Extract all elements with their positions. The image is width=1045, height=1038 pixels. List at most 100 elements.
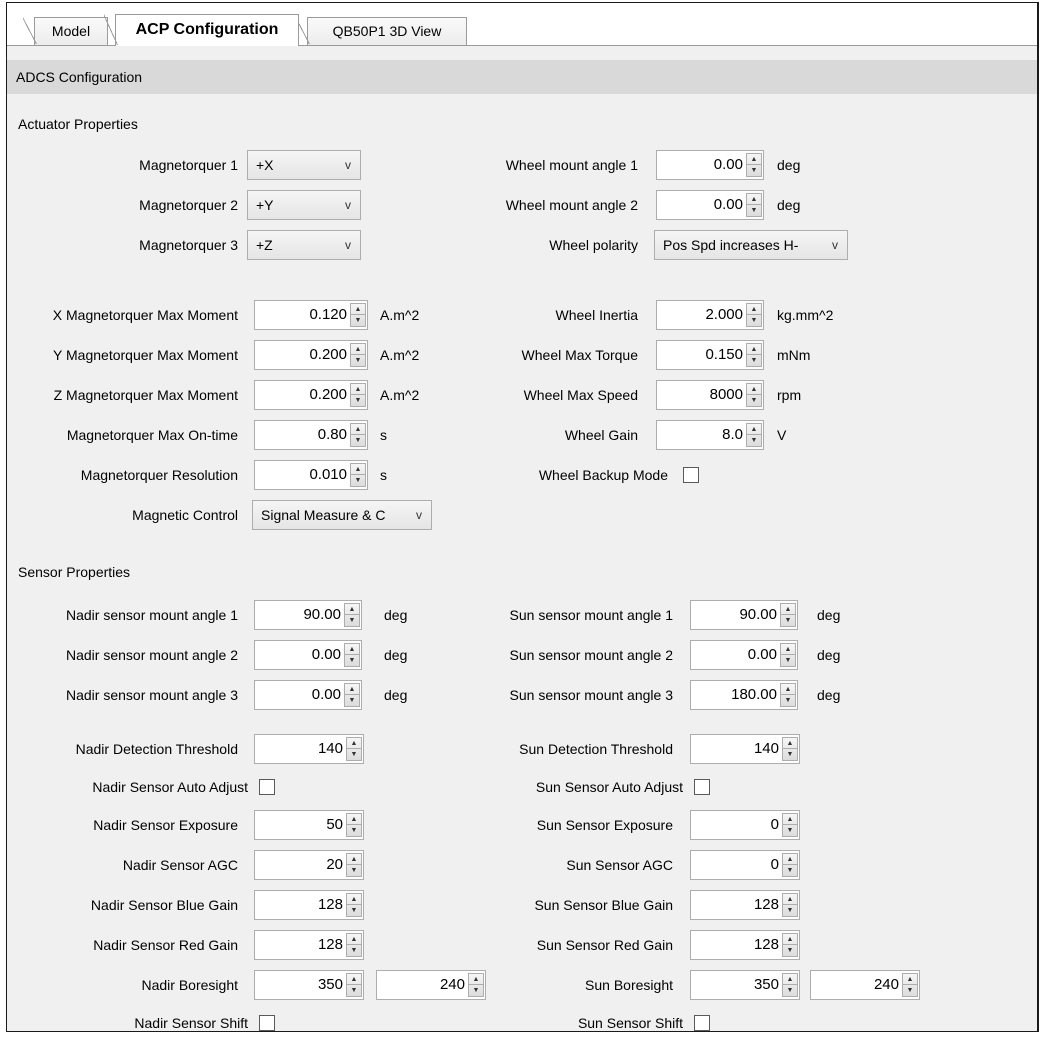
spin-down-icon[interactable]: ▼ — [781, 655, 795, 666]
spin-up-icon[interactable]: ▲ — [351, 384, 365, 395]
spin-up-icon[interactable]: ▲ — [347, 814, 361, 825]
spin-buttons[interactable]: ▲ ▼ — [350, 463, 366, 487]
naa-checkbox[interactable] — [259, 779, 275, 795]
spin-up-icon[interactable]: ▲ — [347, 738, 361, 749]
chevron-down-icon[interactable]: v — [340, 231, 356, 259]
spin-up-icon[interactable]: ▲ — [747, 424, 761, 435]
spin-buttons[interactable]: ▲ ▼ — [350, 343, 366, 367]
spin-down-icon[interactable]: ▼ — [747, 435, 761, 446]
nred-value[interactable]: 128 — [318, 931, 343, 959]
chevron-down-icon[interactable]: v — [340, 151, 356, 179]
spin-up-icon[interactable]: ▲ — [783, 814, 797, 825]
spin-down-icon[interactable]: ▼ — [345, 615, 359, 626]
spin-down-icon[interactable]: ▼ — [747, 355, 761, 366]
spin-buttons[interactable]: ▲ ▼ — [350, 383, 366, 407]
nma1-value[interactable]: 90.00 — [303, 601, 341, 629]
res-spinbox[interactable]: 0.010 ▲ ▼ — [254, 460, 368, 490]
sma1-value[interactable]: 90.00 — [739, 601, 777, 629]
wma2-value[interactable]: 0.00 — [714, 191, 743, 219]
sagc-spinbox[interactable]: 0 ▲ ▼ — [690, 850, 800, 880]
nred-spinbox[interactable]: 128 ▲ ▼ — [254, 930, 364, 960]
spin-up-icon[interactable]: ▲ — [783, 934, 797, 945]
spin-up-icon[interactable]: ▲ — [345, 604, 359, 615]
zmax-spinbox[interactable]: 0.200 ▲ ▼ — [254, 380, 368, 410]
spin-down-icon[interactable]: ▼ — [903, 985, 917, 996]
spin-down-icon[interactable]: ▼ — [347, 825, 361, 836]
spin-up-icon[interactable]: ▲ — [347, 854, 361, 865]
spin-down-icon[interactable]: ▼ — [347, 985, 361, 996]
xmax-value[interactable]: 0.120 — [309, 301, 347, 329]
sdt-spinbox[interactable]: 140 ▲ ▼ — [690, 734, 800, 764]
spin-buttons[interactable]: ▲ ▼ — [746, 343, 762, 367]
sdt-value[interactable]: 140 — [754, 735, 779, 763]
tab-acp-configuration[interactable]: ACP Configuration — [104, 14, 299, 46]
spin-up-icon[interactable]: ▲ — [783, 738, 797, 749]
spin-up-icon[interactable]: ▲ — [469, 974, 483, 985]
saa-checkbox[interactable] — [694, 779, 710, 795]
spin-buttons[interactable]: ▲ ▼ — [346, 973, 362, 997]
winertia-value[interactable]: 2.000 — [705, 301, 743, 329]
spin-buttons[interactable]: ▲ ▼ — [746, 383, 762, 407]
spin-down-icon[interactable]: ▼ — [351, 355, 365, 366]
nblue-value[interactable]: 128 — [318, 891, 343, 919]
spin-buttons[interactable]: ▲ ▼ — [746, 193, 762, 217]
spin-down-icon[interactable]: ▼ — [351, 435, 365, 446]
spin-up-icon[interactable]: ▲ — [781, 604, 795, 615]
nbore-x-spinbox[interactable]: 350 ▲ ▼ — [254, 970, 364, 1000]
nagc-value[interactable]: 20 — [326, 851, 343, 879]
res-value[interactable]: 0.010 — [309, 461, 347, 489]
spin-down-icon[interactable]: ▼ — [783, 749, 797, 760]
spin-buttons[interactable]: ▲ ▼ — [782, 893, 798, 917]
spin-buttons[interactable]: ▲ ▼ — [782, 973, 798, 997]
mt3-dropdown[interactable]: +Z v — [247, 230, 361, 260]
spin-down-icon[interactable]: ▼ — [347, 865, 361, 876]
nbore-y-spinbox[interactable]: 240 ▲ ▼ — [376, 970, 486, 1000]
spin-up-icon[interactable]: ▲ — [903, 974, 917, 985]
spin-buttons[interactable]: ▲ ▼ — [468, 973, 484, 997]
spin-down-icon[interactable]: ▼ — [783, 865, 797, 876]
sexp-value[interactable]: 0 — [771, 811, 779, 839]
nagc-spinbox[interactable]: 20 ▲ ▼ — [254, 850, 364, 880]
spin-down-icon[interactable]: ▼ — [347, 905, 361, 916]
spin-buttons[interactable]: ▲ ▼ — [780, 683, 796, 707]
spin-up-icon[interactable]: ▲ — [783, 854, 797, 865]
wgain-value[interactable]: 8.0 — [722, 421, 743, 449]
spin-up-icon[interactable]: ▲ — [747, 344, 761, 355]
spin-down-icon[interactable]: ▼ — [345, 655, 359, 666]
spin-buttons[interactable]: ▲ ▼ — [344, 683, 360, 707]
spin-down-icon[interactable]: ▼ — [351, 475, 365, 486]
spin-down-icon[interactable]: ▼ — [469, 985, 483, 996]
ndt-value[interactable]: 140 — [318, 735, 343, 763]
spin-down-icon[interactable]: ▼ — [747, 205, 761, 216]
spin-up-icon[interactable]: ▲ — [347, 934, 361, 945]
nma2-spinbox[interactable]: 0.00 ▲ ▼ — [254, 640, 362, 670]
spin-up-icon[interactable]: ▲ — [351, 344, 365, 355]
mt2-dropdown[interactable]: +Y v — [247, 190, 361, 220]
spin-down-icon[interactable]: ▼ — [345, 695, 359, 706]
spin-down-icon[interactable]: ▼ — [783, 905, 797, 916]
spin-buttons[interactable]: ▲ ▼ — [346, 737, 362, 761]
nblue-spinbox[interactable]: 128 ▲ ▼ — [254, 890, 364, 920]
nma1-spinbox[interactable]: 90.00 ▲ ▼ — [254, 600, 362, 630]
nma3-value[interactable]: 0.00 — [312, 681, 341, 709]
mt1-dropdown[interactable]: +X v — [247, 150, 361, 180]
spin-buttons[interactable]: ▲ ▼ — [780, 603, 796, 627]
spin-buttons[interactable]: ▲ ▼ — [350, 423, 366, 447]
spin-down-icon[interactable]: ▼ — [347, 749, 361, 760]
spin-up-icon[interactable]: ▲ — [783, 894, 797, 905]
spin-buttons[interactable]: ▲ ▼ — [746, 303, 762, 327]
chevron-down-icon[interactable]: v — [827, 231, 843, 259]
zmax-value[interactable]: 0.200 — [309, 381, 347, 409]
wma1-spinbox[interactable]: 0.00 ▲ ▼ — [656, 150, 764, 180]
wma1-value[interactable]: 0.00 — [714, 151, 743, 179]
nma3-spinbox[interactable]: 0.00 ▲ ▼ — [254, 680, 362, 710]
magctl-dropdown[interactable]: Signal Measure & C v — [252, 500, 432, 530]
nshift-checkbox[interactable] — [259, 1015, 275, 1031]
spin-buttons[interactable]: ▲ ▼ — [782, 853, 798, 877]
spin-buttons[interactable]: ▲ ▼ — [350, 303, 366, 327]
spin-down-icon[interactable]: ▼ — [747, 165, 761, 176]
nexp-spinbox[interactable]: 50 ▲ ▼ — [254, 810, 364, 840]
spin-up-icon[interactable]: ▲ — [351, 424, 365, 435]
spin-buttons[interactable]: ▲ ▼ — [902, 973, 918, 997]
spin-down-icon[interactable]: ▼ — [747, 395, 761, 406]
